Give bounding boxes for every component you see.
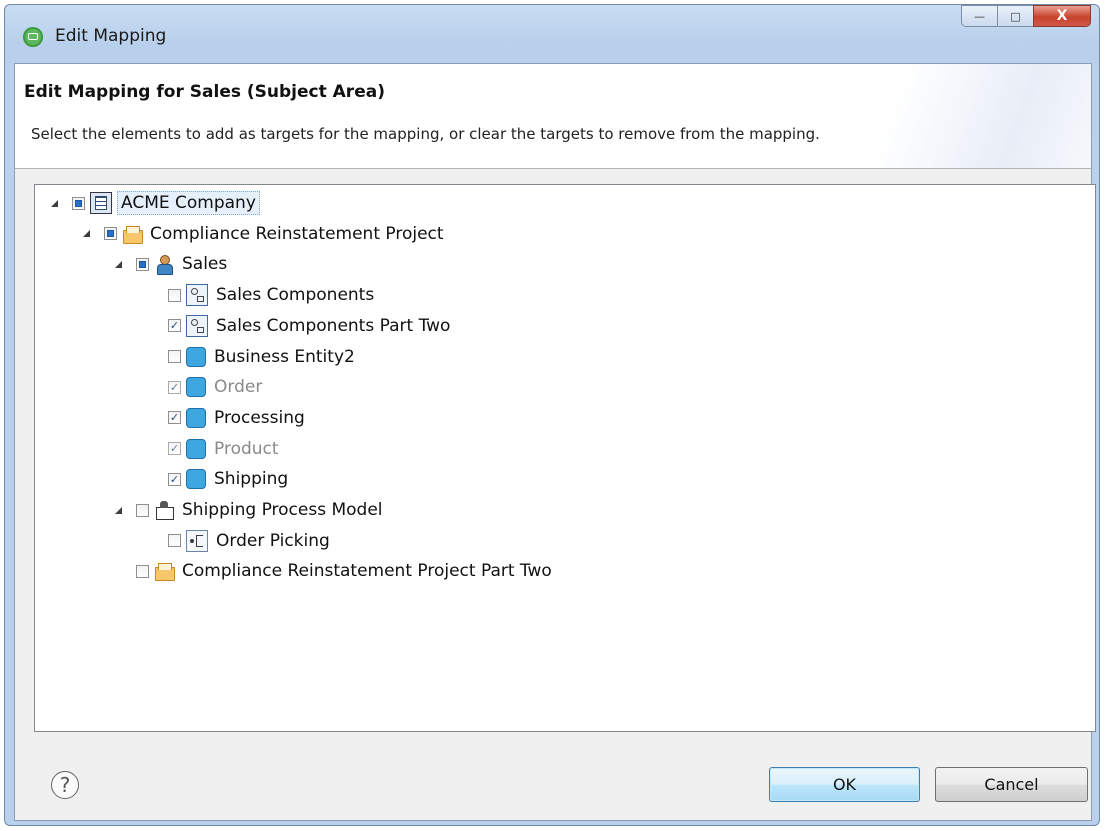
tree-item-label: ACME Company: [117, 191, 260, 215]
tree-item-label: Sales: [182, 254, 228, 275]
tree-item-checkbox[interactable]: [136, 564, 149, 578]
component-model-icon: [186, 284, 208, 307]
business-entity-icon: [186, 346, 206, 367]
close-button[interactable]: X: [1033, 5, 1091, 27]
tree-item-label: Processing: [214, 407, 305, 428]
tree-item[interactable]: Processing: [168, 405, 305, 431]
tree-item-checkbox[interactable]: [168, 411, 181, 425]
tree-item[interactable]: Compliance Reinstatement Project Part Tw…: [136, 558, 552, 584]
app-icon: [23, 27, 43, 47]
tree-item[interactable]: Shipping Process Model: [115, 497, 383, 523]
maximize-button[interactable]: □: [997, 5, 1033, 27]
tree-item[interactable]: Sales: [115, 251, 227, 277]
company-icon: [90, 192, 112, 214]
tree-item-label: Order: [214, 377, 263, 398]
business-entity-icon: [186, 377, 206, 398]
page-description: Select the elements to add as targets fo…: [31, 125, 820, 143]
close-icon: X: [1056, 8, 1068, 24]
minimize-icon: —: [974, 9, 985, 23]
tree-item-label: Product: [214, 438, 279, 459]
business-entity-icon: [186, 438, 206, 459]
tree-item[interactable]: Business Entity2: [168, 344, 355, 370]
tree-item-checkbox[interactable]: [168, 288, 181, 302]
tree-item-label: Sales Components Part Two: [216, 315, 451, 336]
tree-item[interactable]: Order: [168, 374, 262, 400]
tree-item[interactable]: Sales Components: [168, 282, 374, 308]
help-button[interactable]: ?: [51, 771, 79, 799]
title-bar[interactable]: Edit Mapping — □ X: [5, 5, 1099, 63]
tree-item-label: Business Entity2: [214, 346, 355, 367]
tree-item[interactable]: Compliance Reinstatement Project: [83, 221, 444, 247]
mapping-tree[interactable]: ACME Company Compliance Reinstatement Pro…: [34, 184, 1096, 732]
process-icon: [186, 529, 208, 552]
tree-item-label: Compliance Reinstatement Project Part Tw…: [182, 561, 552, 582]
tree-item-checkbox[interactable]: [168, 350, 181, 363]
ok-button[interactable]: OK: [769, 767, 920, 802]
tree-item[interactable]: Order Picking: [168, 528, 330, 554]
tree-item-label: Shipping: [214, 469, 289, 490]
tree-item-label: Sales Components: [216, 285, 375, 306]
tree-item-checkbox[interactable]: [168, 472, 181, 486]
tree-item[interactable]: Sales Components Part Two: [168, 313, 450, 339]
tree-item[interactable]: ACME Company: [51, 190, 260, 216]
folder-icon: [154, 561, 175, 582]
tree-item-label: Shipping Process Model: [182, 500, 383, 520]
maximize-icon: □: [1010, 9, 1021, 23]
tree-item-label: Compliance Reinstatement Project: [150, 223, 444, 244]
minimize-button[interactable]: —: [961, 5, 997, 27]
dialog-header: Edit Mapping for Sales (Subject Area) Se…: [15, 64, 1091, 169]
tree-item[interactable]: Shipping: [168, 466, 288, 492]
component-model-icon: [186, 314, 208, 337]
tree-item-checkbox[interactable]: [168, 534, 181, 548]
process-model-icon: [154, 500, 174, 520]
window-title: Edit Mapping: [55, 26, 167, 46]
tree-item-checkbox[interactable]: [168, 380, 181, 394]
dialog-window: Edit Mapping — □ X Edit Mapping for Sale…: [4, 4, 1100, 826]
dialog-content: Edit Mapping for Sales (Subject Area) Se…: [14, 63, 1096, 821]
tree-item-checkbox[interactable]: [136, 257, 149, 271]
subject-area-icon: [154, 254, 174, 276]
expand-toggle-icon[interactable]: [115, 260, 122, 268]
folder-icon: [122, 224, 143, 244]
expand-toggle-icon[interactable]: [51, 199, 58, 207]
business-entity-icon: [186, 469, 206, 490]
tree-item-label: Order Picking: [216, 530, 330, 551]
business-entity-icon: [186, 407, 206, 428]
window-controls: — □ X: [961, 5, 1091, 27]
page-title: Edit Mapping for Sales (Subject Area): [24, 82, 385, 102]
tree-item-checkbox[interactable]: [168, 319, 181, 333]
tree-item[interactable]: Product: [168, 436, 279, 462]
help-icon: ?: [59, 773, 71, 797]
tree-item-checkbox[interactable]: [104, 227, 117, 241]
cancel-button[interactable]: Cancel: [935, 767, 1088, 802]
expand-toggle-icon[interactable]: [115, 506, 122, 514]
tree-item-checkbox[interactable]: [136, 503, 149, 517]
tree-item-checkbox[interactable]: [168, 442, 181, 456]
expand-toggle-icon[interactable]: [83, 230, 90, 238]
tree-item-checkbox[interactable]: [72, 196, 85, 210]
